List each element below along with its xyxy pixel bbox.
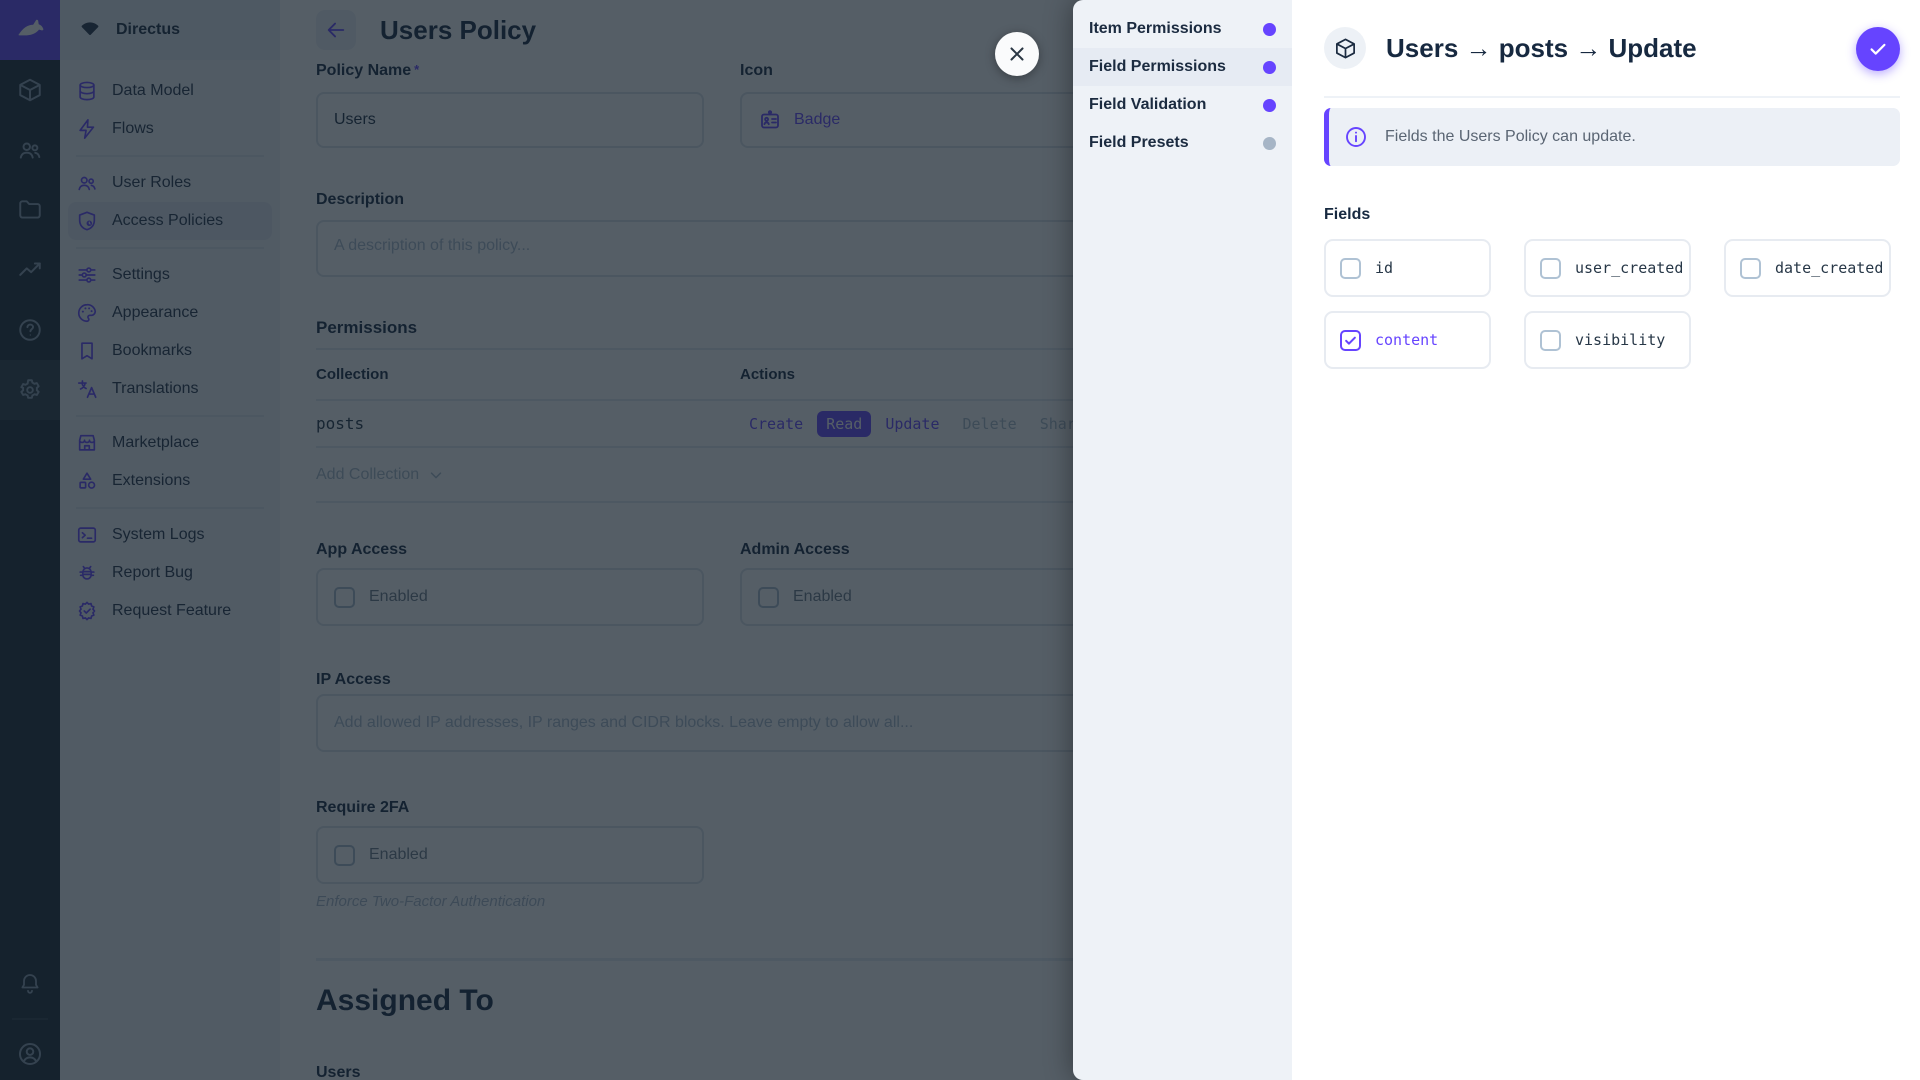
field-checkbox-visibility[interactable]: visibility: [1524, 311, 1691, 369]
drawer-tab-label: Field Validation: [1089, 96, 1207, 113]
drawer-sidebar: Item Permissions Field Permissions Field…: [1073, 0, 1292, 1080]
checkbox-unchecked-icon: [1540, 329, 1561, 351]
app-window: Directus Data Model Flows: [0, 0, 1920, 1080]
drawer-close-button[interactable]: [995, 32, 1039, 76]
status-dot: [1263, 60, 1276, 74]
info-notice: Fields the Users Policy can update.: [1324, 108, 1900, 166]
drawer-tab-field-permissions[interactable]: Field Permissions: [1073, 48, 1292, 86]
fields-section-label: Fields: [1324, 206, 1371, 223]
check-icon: [1870, 43, 1886, 55]
status-dot: [1263, 136, 1276, 150]
drawer-content: Users → posts → Update Fields the Users …: [1292, 0, 1920, 1080]
drawer-tab-label: Item Permissions: [1089, 20, 1222, 37]
drawer-tab-label: Field Presets: [1089, 134, 1189, 151]
drawer-header: Users → posts → Update: [1324, 0, 1900, 98]
checkbox-checked-icon: [1340, 329, 1361, 351]
checkbox-unchecked-icon: [1740, 257, 1761, 279]
drawer-header-badge: [1324, 27, 1366, 69]
field-checkbox-date-created[interactable]: date_created: [1724, 239, 1891, 297]
notice-text: Fields the Users Policy can update.: [1385, 128, 1636, 145]
fields-grid: id user_created date_created content vis…: [1324, 239, 1900, 369]
drawer-tab-label: Field Permissions: [1089, 58, 1226, 75]
drawer-title: Users → posts → Update: [1386, 32, 1697, 63]
field-checkbox-content[interactable]: content: [1324, 311, 1491, 369]
drawer-tab-field-validation[interactable]: Field Validation: [1073, 86, 1292, 124]
checkbox-unchecked-icon: [1540, 257, 1561, 279]
field-checkbox-user-created[interactable]: user_created: [1524, 239, 1691, 297]
field-checkbox-id[interactable]: id: [1324, 239, 1491, 297]
checkbox-unchecked-icon: [1340, 257, 1361, 279]
cube-icon: [1335, 38, 1355, 58]
info-icon: [1346, 127, 1366, 147]
status-dot: [1263, 98, 1276, 112]
close-icon: [1010, 47, 1024, 61]
permission-drawer: Item Permissions Field Permissions Field…: [1073, 0, 1920, 1080]
drawer-tab-field-presets[interactable]: Field Presets: [1073, 124, 1292, 162]
save-button[interactable]: [1856, 27, 1900, 71]
status-dot: [1263, 22, 1276, 36]
drawer-tab-item-permissions[interactable]: Item Permissions: [1073, 10, 1292, 48]
